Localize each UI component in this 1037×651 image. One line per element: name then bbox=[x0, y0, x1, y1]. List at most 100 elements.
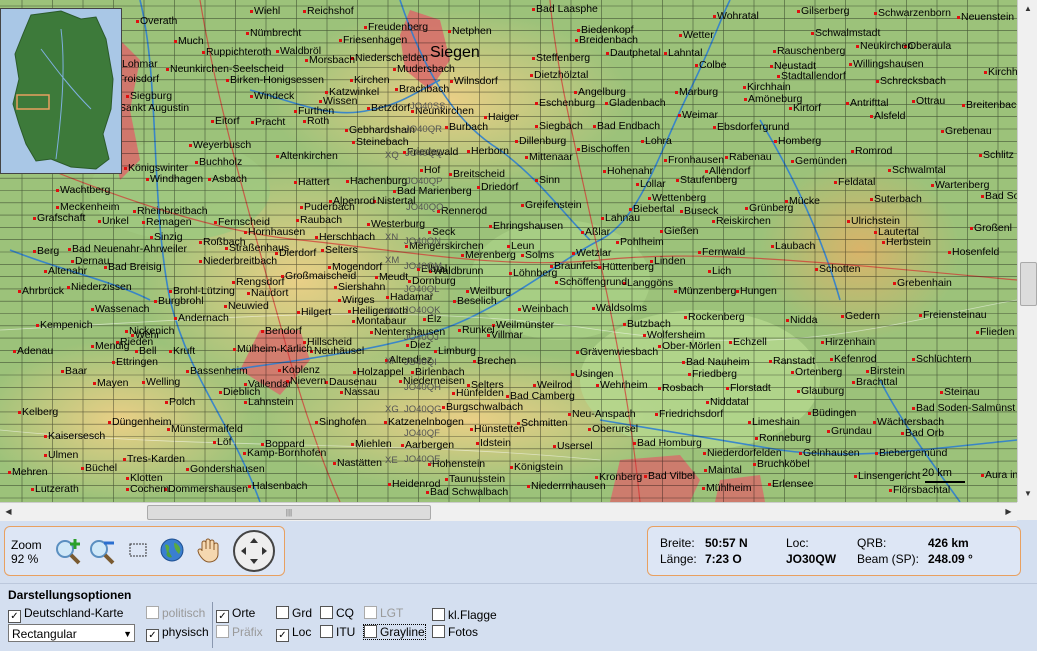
checkbox-cq[interactable]: CQ bbox=[320, 606, 354, 620]
town-label: Schöffengrund bbox=[559, 276, 628, 288]
checkbox-fotos[interactable]: Fotos bbox=[432, 625, 478, 639]
map-projection-select[interactable]: Rectangular ▼ bbox=[8, 624, 135, 642]
town-marker bbox=[680, 210, 683, 213]
checkbox-box[interactable]: ✓ bbox=[216, 610, 229, 623]
town-label: Lahnau bbox=[605, 212, 641, 224]
town-label: Limeshain bbox=[752, 416, 800, 428]
town-marker bbox=[841, 315, 844, 318]
checkbox-box[interactable] bbox=[320, 625, 333, 638]
checkbox-box[interactable] bbox=[276, 606, 289, 619]
town-label: Kempenich bbox=[40, 319, 93, 331]
town-label: Maintal bbox=[708, 464, 742, 476]
checkbox-physisch[interactable]: ✓ physisch bbox=[146, 625, 209, 642]
select-area-button[interactable] bbox=[125, 535, 155, 565]
town-label: Gelnhausen bbox=[803, 447, 860, 459]
town-label: Colbe bbox=[699, 59, 727, 71]
zoom-in-button[interactable] bbox=[53, 535, 83, 565]
checkbox-box[interactable]: ✓ bbox=[146, 629, 159, 642]
town-label: Niederrnhausen bbox=[531, 480, 606, 492]
horizontal-scroll-thumb[interactable]: ||| bbox=[147, 505, 431, 520]
town-label: Schrecksbach bbox=[880, 75, 946, 87]
town-label: Grebenau bbox=[945, 125, 992, 137]
town-label: Düngenheim bbox=[112, 416, 172, 428]
town-marker bbox=[294, 110, 297, 113]
locator-grid-label: JO40QO bbox=[406, 202, 444, 213]
checkbox-grayline[interactable]: Grayline bbox=[363, 624, 426, 640]
town-marker bbox=[577, 29, 580, 32]
city-label: Siegen bbox=[430, 44, 480, 61]
checkbox-loc[interactable]: ✓ Loc bbox=[276, 625, 311, 642]
locator-grid-label: JO40QM bbox=[404, 261, 443, 272]
town-label: Roth bbox=[307, 115, 330, 127]
pan-hand-button[interactable] bbox=[193, 535, 223, 565]
checkbox-box[interactable] bbox=[432, 608, 445, 621]
scroll-right-icon[interactable]: ▶ bbox=[1000, 503, 1017, 521]
town-marker bbox=[527, 485, 530, 488]
map-view[interactable]: Wiehl Reichshof Freudenberg Netphen Bad Laas… bbox=[0, 0, 1018, 502]
town-label: Adenau bbox=[17, 345, 54, 357]
checkbox-box[interactable] bbox=[432, 625, 445, 638]
checkbox-politisch[interactable]: politisch bbox=[146, 606, 205, 620]
horizontal-scrollbar[interactable]: ◀ ||| ▶ bbox=[0, 502, 1017, 521]
town-label: Suterbach bbox=[874, 193, 922, 205]
world-view-button[interactable] bbox=[157, 535, 187, 565]
town-marker bbox=[408, 280, 411, 283]
checkbox-box[interactable] bbox=[146, 606, 159, 619]
town-marker bbox=[535, 102, 538, 105]
checkbox-box[interactable]: ✓ bbox=[276, 629, 289, 642]
town-label: Flieden bbox=[980, 326, 1015, 338]
town-marker bbox=[912, 100, 915, 103]
zoom-out-button[interactable] bbox=[87, 535, 117, 565]
town-marker bbox=[773, 50, 776, 53]
navigation-wheel[interactable] bbox=[233, 530, 275, 572]
town-label: Wassenach bbox=[95, 303, 150, 315]
checkbox-box[interactable] bbox=[216, 625, 229, 638]
checkbox-itu[interactable]: ITU bbox=[320, 625, 355, 639]
town-label: Ortenberg bbox=[795, 366, 843, 378]
town-label: Dillenburg bbox=[519, 135, 567, 147]
town-label: Hornhausen bbox=[248, 226, 306, 238]
checkbox-box[interactable] bbox=[364, 606, 377, 619]
checkbox-kl-flagge[interactable]: kl.Flagge bbox=[432, 608, 497, 622]
town-marker bbox=[748, 421, 751, 424]
overview-inset-map[interactable] bbox=[0, 8, 122, 174]
town-marker bbox=[351, 443, 354, 446]
vertical-scroll-thumb[interactable] bbox=[1020, 262, 1037, 306]
vertical-scrollbar[interactable]: ▲ ▼ bbox=[1017, 0, 1037, 502]
scroll-down-icon[interactable]: ▼ bbox=[1018, 485, 1037, 502]
town-marker bbox=[644, 475, 647, 478]
town-marker bbox=[399, 380, 402, 383]
hand-icon bbox=[197, 538, 219, 563]
town-marker bbox=[593, 125, 596, 128]
town-marker bbox=[445, 126, 448, 129]
town-marker bbox=[979, 154, 982, 157]
rectangle-select-icon bbox=[129, 543, 147, 557]
town-marker bbox=[629, 208, 632, 211]
display-options-panel: Darstellungsoptionen ✓ Deutschland-Karte … bbox=[0, 583, 1037, 651]
town-label: Freudenberg bbox=[368, 21, 429, 33]
checkbox-orte[interactable]: ✓ Orte bbox=[216, 606, 255, 623]
town-label: Großenl bbox=[974, 222, 1012, 234]
town-marker bbox=[202, 51, 205, 54]
town-marker bbox=[244, 231, 247, 234]
town-marker bbox=[126, 95, 129, 98]
checkbox-deutschland-karte[interactable]: ✓ Deutschland-Karte bbox=[8, 606, 123, 623]
scroll-up-icon[interactable]: ▲ bbox=[1018, 0, 1037, 17]
checkbox-box[interactable]: ✓ bbox=[8, 610, 21, 623]
scroll-left-icon[interactable]: ◀ bbox=[0, 503, 17, 521]
town-label: Gedern bbox=[845, 310, 881, 322]
town-label: Kefenrod bbox=[834, 353, 877, 365]
town-marker bbox=[91, 308, 94, 311]
checkbox-lgt[interactable]: LGT bbox=[364, 606, 403, 620]
town-marker bbox=[300, 206, 303, 209]
checkbox-praefix[interactable]: Präfix bbox=[216, 625, 263, 639]
town-marker bbox=[56, 189, 59, 192]
checkbox-box[interactable] bbox=[320, 606, 333, 619]
checkbox-grd[interactable]: Grd bbox=[276, 606, 312, 620]
checkbox-box[interactable] bbox=[364, 625, 377, 638]
town-marker bbox=[568, 413, 571, 416]
town-label: Brachttal bbox=[856, 376, 898, 388]
chevron-down-icon[interactable]: ▼ bbox=[123, 625, 132, 643]
town-label: Florstadt bbox=[730, 382, 771, 394]
town-label: Bad Endbach bbox=[597, 120, 661, 132]
